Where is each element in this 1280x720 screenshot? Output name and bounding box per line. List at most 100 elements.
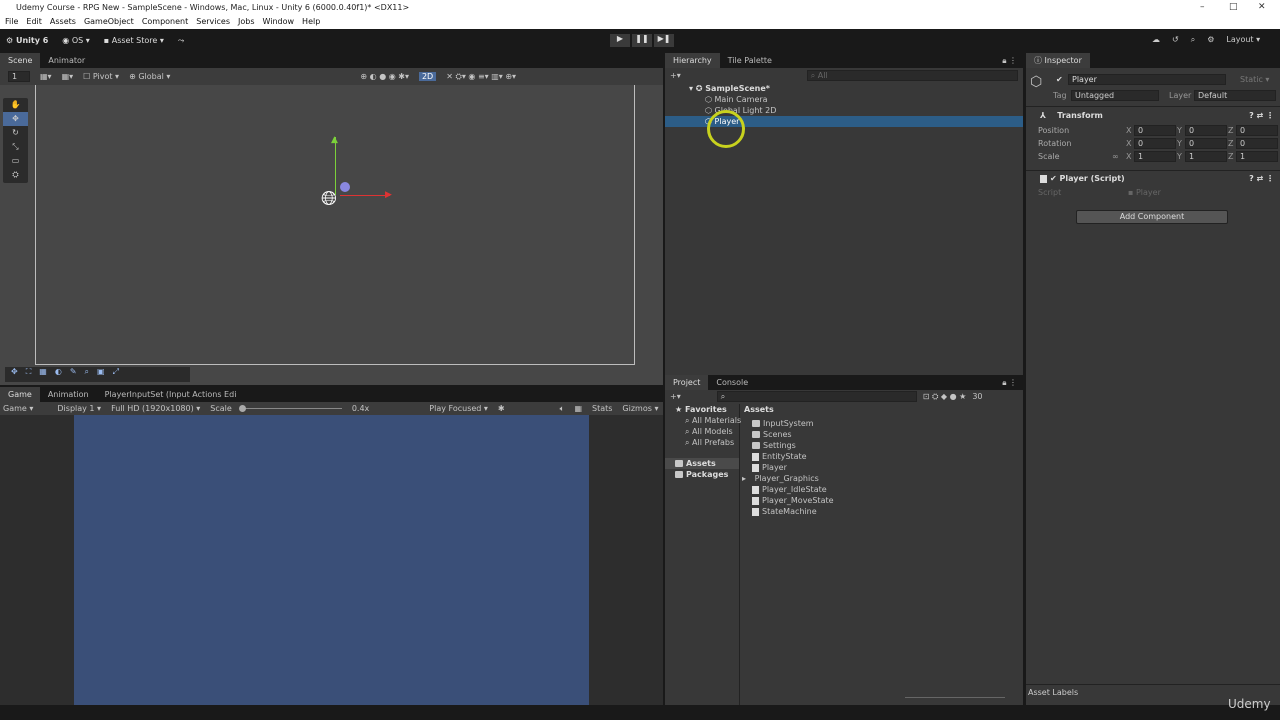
asset-item[interactable]: ▸ Player_Graphics bbox=[742, 473, 834, 484]
lock-menu-icon[interactable]: 🔒︎ ⋮ bbox=[1002, 56, 1023, 66]
component-menu-icons[interactable]: ? ⇄ ⋮ bbox=[1249, 174, 1280, 183]
tab-animator[interactable]: Animator bbox=[40, 53, 93, 68]
asset-item[interactable]: Settings bbox=[752, 440, 834, 451]
account-button[interactable]: ⚙ Unity 6 bbox=[6, 36, 48, 45]
x-field[interactable]: 0 bbox=[1134, 138, 1176, 149]
display-dropdown[interactable]: Display 1 ▾ bbox=[57, 404, 101, 413]
asset-item[interactable]: Player bbox=[752, 462, 834, 473]
x-field[interactable]: 0 bbox=[1134, 125, 1176, 136]
asset-item[interactable]: InputSystem bbox=[752, 418, 834, 429]
scale-slider[interactable] bbox=[238, 405, 342, 412]
transform-header[interactable]: ⅄ Transform? ⇄ ⋮ bbox=[1026, 106, 1280, 122]
menu-jobs[interactable]: Jobs bbox=[238, 17, 255, 27]
hierarchy-search[interactable]: ⌕ All bbox=[806, 70, 1018, 81]
icon-size-slider[interactable] bbox=[905, 697, 1005, 698]
tab-scene[interactable]: Scene bbox=[0, 53, 41, 68]
search-icon[interactable]: ⌕ bbox=[1191, 35, 1195, 45]
project-search[interactable]: ⌕ bbox=[716, 391, 917, 402]
game-view[interactable] bbox=[0, 415, 663, 705]
add-component-button[interactable]: Add Component bbox=[1076, 210, 1228, 224]
grid-dropdown[interactable]: ▦▾ bbox=[62, 72, 74, 81]
favorites-folder[interactable]: ★ Favorites bbox=[665, 404, 739, 415]
name-field[interactable]: Player bbox=[1068, 74, 1226, 85]
player-globe-icon[interactable]: 🌐︎ bbox=[321, 186, 337, 210]
filter-icons[interactable]: ⊡ ⛭ ◆ ● ★ bbox=[923, 392, 967, 402]
tag-dropdown[interactable]: Untagged bbox=[1071, 90, 1159, 101]
x-field[interactable]: 1 bbox=[1134, 151, 1176, 162]
create-button[interactable]: +▾ bbox=[670, 392, 681, 401]
os-dropdown[interactable]: ◉ OS ▾ bbox=[62, 36, 89, 45]
pivot-dropdown[interactable]: ☐ Pivot ▾ bbox=[83, 72, 119, 81]
favorite-item[interactable]: ⌕ All Models bbox=[665, 426, 739, 437]
component-menu-icons[interactable]: ? ⇄ ⋮ bbox=[1249, 111, 1280, 120]
menu-component[interactable]: Component bbox=[142, 17, 188, 27]
pause-button[interactable]: ❚❚ bbox=[632, 34, 652, 47]
z-field[interactable]: 0 bbox=[1236, 125, 1278, 136]
play-focused-dropdown[interactable]: Play Focused ▾ bbox=[429, 404, 488, 413]
scene-view[interactable]: ✋ ✥ ↻ ⤡ ▭ ⛭ ▲ ▶ 🌐︎ ✥⛶▦◐✎⌕▣⤢ bbox=[0, 85, 663, 385]
scene-root[interactable]: ▾ ✪ SampleScene* bbox=[665, 83, 1023, 94]
favorite-item[interactable]: ⌕ All Prefabs bbox=[665, 437, 739, 448]
minimize-button[interactable]: – bbox=[1200, 2, 1205, 12]
menu-help[interactable]: Help bbox=[302, 17, 320, 27]
overlay-icons[interactable]: ⊕ ◐ ● ◉ ✱▾ bbox=[360, 72, 409, 81]
bug-icon[interactable]: ✱ bbox=[498, 404, 505, 413]
step-button[interactable]: ▶❚ bbox=[654, 34, 674, 47]
grid-icon[interactable]: ▦ bbox=[574, 404, 582, 413]
static-dropdown[interactable]: Static ▾ bbox=[1240, 75, 1269, 84]
assets-root[interactable]: Assets bbox=[665, 458, 739, 469]
gizmos-dropdown[interactable]: Gizmos ▾ bbox=[622, 404, 658, 413]
tab-input-actions[interactable]: PlayerInputSet (Input Actions Edi bbox=[97, 387, 245, 402]
2d-toggle[interactable]: 2D bbox=[418, 72, 437, 81]
global-dropdown[interactable]: ⊕ Global ▾ bbox=[129, 72, 170, 81]
lock-menu-icon[interactable]: 🔒︎ ⋮ bbox=[1002, 378, 1023, 388]
active-checkbox[interactable]: ✔ bbox=[1056, 75, 1063, 84]
tile-overlay-icons[interactable]: ✥⛶▦◐✎⌕▣⤢ bbox=[5, 367, 190, 382]
tab-tile-palette[interactable]: Tile Palette bbox=[720, 53, 780, 68]
resolution-dropdown[interactable]: Full HD (1920x1080) ▾ bbox=[111, 404, 200, 413]
draw-mode-dropdown[interactable]: ▦▾ bbox=[40, 72, 52, 81]
tab-hierarchy[interactable]: Hierarchy bbox=[665, 53, 720, 68]
mute-icon[interactable]: 🔈︎ bbox=[560, 404, 565, 414]
asset-item[interactable]: Player_IdleState bbox=[752, 484, 834, 495]
constrain-proportions-icon[interactable]: ∞ bbox=[1112, 151, 1119, 162]
menu-file[interactable]: File bbox=[5, 17, 18, 27]
tool-icons[interactable]: ✋ ✥ ↻ ⤡ ▭ ⛭ bbox=[3, 98, 28, 182]
settings-icon[interactable]: ⚙ bbox=[1207, 35, 1214, 45]
menu-assets[interactable]: Assets bbox=[50, 17, 76, 27]
z-field[interactable]: 1 bbox=[1236, 151, 1278, 162]
asset-item[interactable]: Player_MoveState bbox=[752, 495, 834, 506]
menu-services[interactable]: Services bbox=[196, 17, 230, 27]
y-field[interactable]: 0 bbox=[1185, 138, 1227, 149]
layer-field[interactable]: 1 bbox=[8, 71, 30, 82]
cloud-icon[interactable]: ☁ bbox=[1152, 35, 1160, 45]
tab-console[interactable]: Console bbox=[708, 375, 756, 390]
center-handle[interactable] bbox=[340, 182, 350, 192]
favorite-item[interactable]: ⌕ All Materials bbox=[665, 415, 741, 426]
asset-item[interactable]: StateMachine bbox=[752, 506, 834, 517]
script-header[interactable]: ✔ Player (Script)? ⇄ ⋮ bbox=[1026, 170, 1280, 186]
play-button[interactable]: ▶ bbox=[610, 34, 630, 47]
x-axis-gizmo[interactable] bbox=[340, 195, 390, 196]
menu-window[interactable]: Window bbox=[263, 17, 295, 27]
asset-item[interactable]: EntityState bbox=[752, 451, 834, 462]
history-icon[interactable]: ↺ bbox=[1172, 35, 1179, 45]
lighting-toggle[interactable]: ✕ ⛭▾ ◉ ≡▾ ▥▾ ⊕▾ bbox=[446, 72, 516, 82]
hierarchy-item[interactable]: ⬡ Main Camera bbox=[665, 94, 1023, 105]
asset-store-dropdown[interactable]: ▪ Asset Store ▾ bbox=[104, 36, 164, 45]
tab-project[interactable]: Project bbox=[665, 375, 709, 390]
y-field[interactable]: 0 bbox=[1185, 125, 1227, 136]
version-control-icon[interactable]: ⤳ bbox=[178, 36, 184, 46]
tab-game[interactable]: Game bbox=[0, 387, 40, 402]
maximize-button[interactable]: □ bbox=[1229, 2, 1238, 12]
tab-inspector[interactable]: ⓘ Inspector bbox=[1026, 53, 1090, 68]
stats-button[interactable]: Stats bbox=[592, 404, 612, 413]
tab-animation[interactable]: Animation bbox=[40, 387, 97, 402]
create-button[interactable]: +▾ bbox=[670, 70, 681, 81]
menu-edit[interactable]: Edit bbox=[26, 17, 42, 27]
packages-root[interactable]: Packages bbox=[665, 469, 739, 480]
z-field[interactable]: 0 bbox=[1236, 138, 1278, 149]
menu-gameobject[interactable]: GameObject bbox=[84, 17, 134, 27]
layer-dropdown[interactable]: Default bbox=[1194, 90, 1276, 101]
close-button[interactable]: ✕ bbox=[1258, 2, 1266, 12]
